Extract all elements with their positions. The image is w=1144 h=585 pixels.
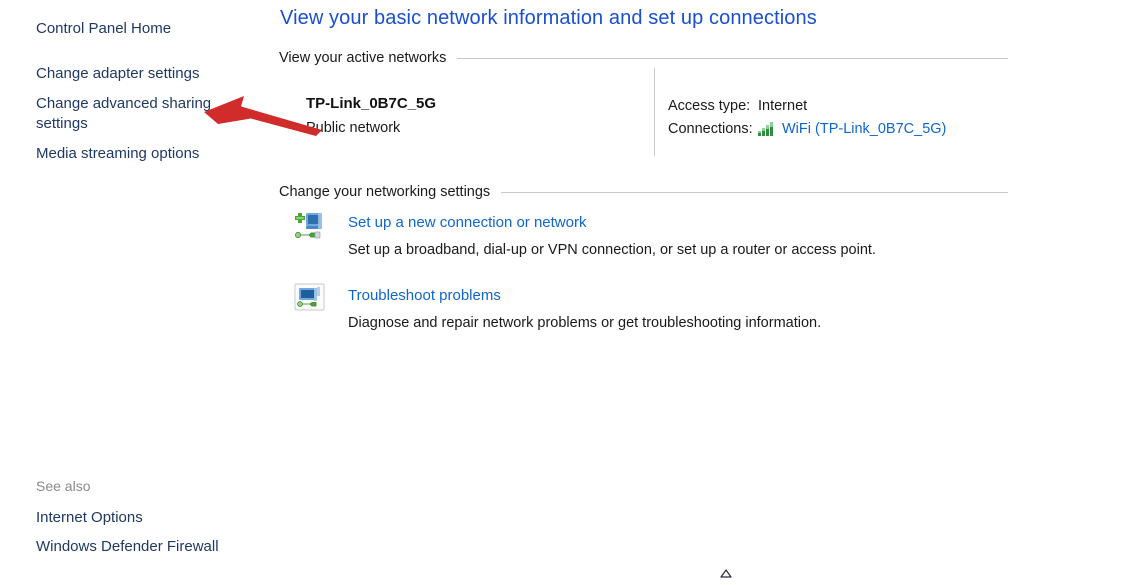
vertical-divider [654,68,655,156]
section-divider-rule [501,192,1008,193]
new-connection-icon [292,208,328,244]
connections-label: Connections: [668,121,758,137]
link-troubleshoot-problems[interactable]: Troubleshoot problems [348,286,501,306]
sidebar-item-change-adapter-settings[interactable]: Change adapter settings [36,64,236,84]
network-details-table: Access type: Internet Connections: [668,94,946,140]
see-also-item-internet-options[interactable]: Internet Options [36,508,143,528]
section-header-networking-settings-label: Change your networking settings [279,183,490,201]
link-setup-new-connection[interactable]: Set up a new connection or network [348,213,586,233]
network-profile-type: Public network [306,118,400,138]
see-also-label: See also [36,477,90,495]
access-type-label: Access type: [668,98,758,114]
section-divider-rule [457,58,1008,59]
sidebar-item-control-panel-home[interactable]: Control Panel Home [36,19,236,39]
main-content: View your basic network information and … [270,0,1144,580]
access-type-value: Internet [758,98,807,114]
sidebar-item-media-streaming-options[interactable]: Media streaming options [36,144,236,164]
network-sharing-center-page: Control Panel Home Change adapter settin… [0,0,1144,580]
detail-row-access-type: Access type: Internet [668,94,946,117]
desc-troubleshoot-problems: Diagnose and repair network problems or … [348,313,821,333]
navigation-pane: Control Panel Home Change adapter settin… [0,0,270,580]
sidebar-item-change-advanced-sharing-settings[interactable]: Change advanced sharing settings [36,94,236,134]
detail-row-connections: Connections: WiFi (TP- [668,117,946,140]
desc-setup-new-connection: Set up a broadband, dial-up or VPN conne… [348,240,876,260]
active-network-block: TP-Link_0B7C_5G Public network Access ty… [270,68,1144,158]
section-header-active-networks: View your active networks [279,49,1144,67]
page-title: View your basic network information and … [280,5,817,31]
section-header-networking-settings: Change your networking settings [279,183,1144,201]
connections-value-link[interactable]: WiFi (TP-Link_0B7C_5G) [782,121,946,137]
wifi-signal-icon [758,122,777,136]
chevron-up-icon[interactable] [718,566,734,580]
troubleshoot-icon [292,281,328,317]
section-header-active-networks-label: View your active networks [279,49,446,67]
see-also-item-windows-defender-firewall[interactable]: Windows Defender Firewall [36,537,219,557]
network-name: TP-Link_0B7C_5G [306,94,436,114]
